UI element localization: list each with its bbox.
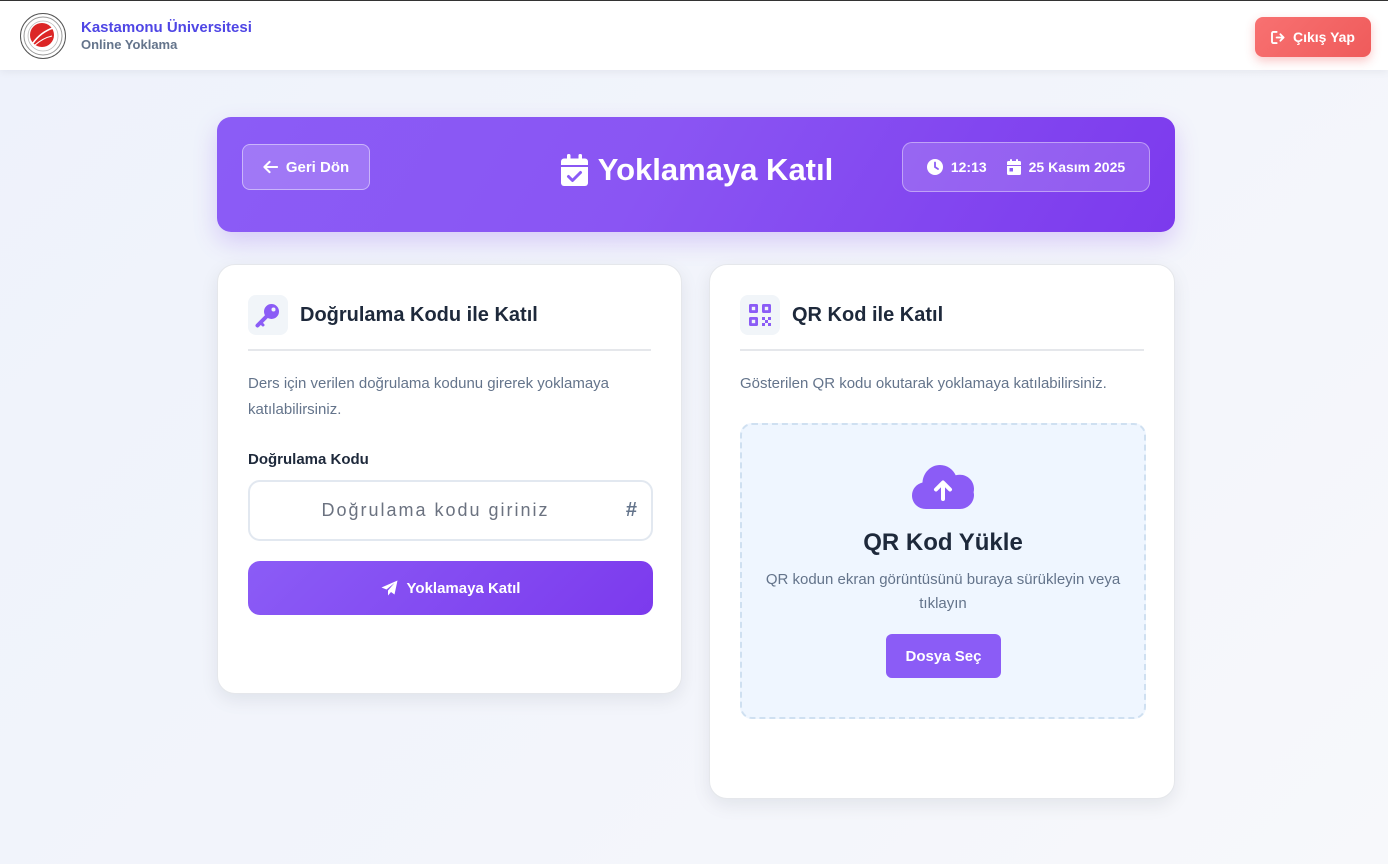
university-seal-icon [20, 13, 66, 59]
qr-join-card: QR Kod ile Katıl Gösterilen QR kodu okut… [709, 264, 1175, 799]
verification-code-input[interactable] [250, 482, 651, 539]
page-title: Yoklamaya Katıl [497, 150, 897, 190]
top-navbar: Kastamonu Üniversitesi Online Yoklama Çı… [0, 0, 1388, 70]
qr-upload-dropzone[interactable]: QR Kod Yükle QR kodun ekran görüntüsünü … [740, 423, 1146, 719]
code-card-description: Ders için verilen doğrulama kodunu girer… [248, 375, 610, 418]
key-icon [248, 295, 288, 335]
code-input-wrapper: # [248, 480, 653, 541]
back-label: Geri Dön [285, 158, 350, 176]
back-button[interactable]: Geri Dön [242, 144, 370, 190]
join-attendance-button[interactable]: Yoklamaya Katıl [248, 561, 653, 615]
datetime-display: 12:13 25 Kasım 2025 [902, 142, 1150, 192]
hash-icon: # [625, 499, 637, 521]
code-join-card: Doğrulama Kodu ile Katıl Ders için veril… [217, 264, 682, 694]
clock-icon [926, 159, 943, 175]
code-card-header: Doğrulama Kodu ile Katıl [248, 295, 651, 351]
code-field-label: Doğrulama Kodu [248, 451, 369, 468]
qr-card-title: QR Kod ile Katıl [792, 304, 944, 326]
page-header-banner: Geri Dön Yoklamaya Katıl 12:13 25 Kasım … [217, 117, 1175, 232]
calendar-check-icon [560, 154, 588, 186]
cloud-upload-icon [912, 465, 974, 509]
logout-label: Çıkış Yap [1292, 29, 1355, 45]
university-name: Kastamonu Üniversitesi [81, 19, 252, 36]
page-title-text: Yoklamaya Katıl [597, 152, 834, 187]
paper-plane-icon [381, 580, 398, 596]
choose-file-button[interactable]: Dosya Seç [886, 634, 1001, 678]
qrcode-icon [740, 295, 780, 335]
qr-card-header: QR Kod ile Katıl [740, 295, 1144, 351]
upload-title: QR Kod Yükle [863, 529, 1023, 556]
upload-hint: QR kodun ekran görüntüsünü buraya sürükl… [765, 571, 1121, 612]
current-date: 25 Kasım 2025 [1028, 159, 1126, 175]
brand[interactable]: Kastamonu Üniversitesi Online Yoklama [20, 13, 252, 59]
current-time: 12:13 [950, 159, 987, 175]
arrow-left-icon [263, 160, 278, 174]
app-subtitle: Online Yoklama [81, 37, 178, 52]
code-card-title: Doğrulama Kodu ile Katıl [300, 304, 538, 326]
qr-card-description: Gösterilen QR kodu okutarak yoklamaya ka… [740, 375, 1107, 392]
calendar-icon [1006, 159, 1021, 175]
logout-button[interactable]: Çıkış Yap [1255, 17, 1371, 57]
sign-out-icon [1271, 30, 1285, 44]
join-button-label: Yoklamaya Katıl [406, 579, 521, 597]
